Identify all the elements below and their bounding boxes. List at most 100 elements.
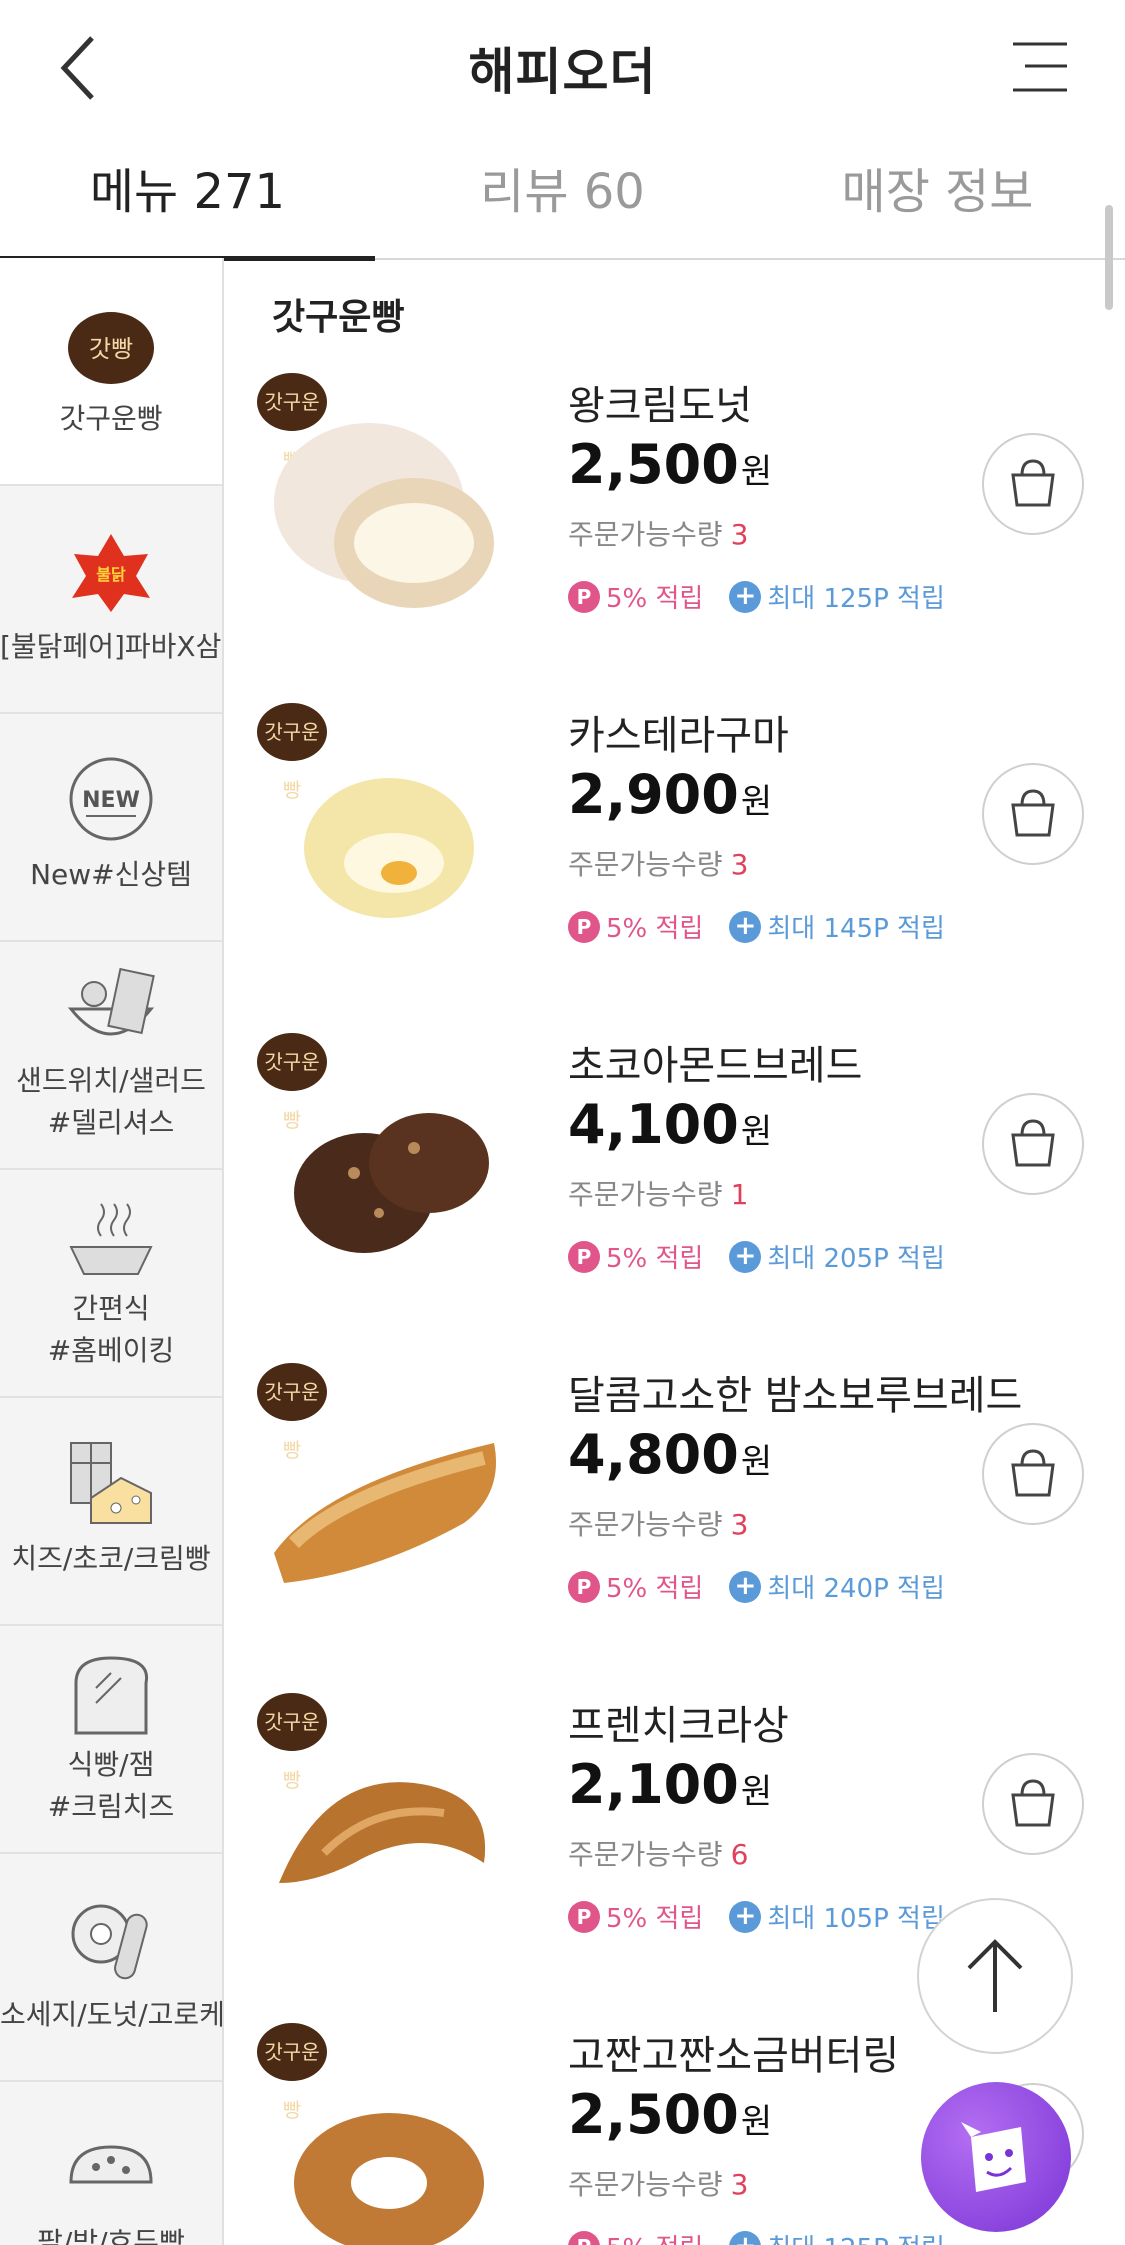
shopping-bag-icon <box>1011 1449 1055 1497</box>
gatguun-bread-logo-icon: 갓빵 <box>68 312 154 384</box>
point-icon: P <box>568 1570 600 1603</box>
sidebar-item-label: 샌드위치/샐러드 #델리셔스 <box>16 1064 206 1139</box>
sidebar-item-sandwich-salad[interactable]: 샌드위치/샐러드 #델리셔스 <box>0 942 222 1170</box>
sidebar-item-label: 소세지/도넛/고로케 <box>0 1998 222 2031</box>
sidebar-item-label: [불닭페어]파바X삼양 <box>0 630 222 663</box>
available-quantity: 주문가능수량 6 <box>568 1838 749 1871</box>
points-info: P5% 적립+최대 125P 적립 <box>568 2228 945 2245</box>
product-price: 2,100원 <box>568 1753 773 1816</box>
chestnut-soboro-bread-image <box>274 1443 496 1583</box>
available-quantity: 주문가능수량 1 <box>568 1178 749 1211</box>
sidebar-item-cheese-choco-cream[interactable]: 치즈/초코/크림빵 <box>0 1398 222 1626</box>
croissant-image <box>279 1782 486 1883</box>
steaming-bowl-icon <box>69 1203 153 1275</box>
sidebar-item-label: 갓구운빵 <box>59 402 163 435</box>
chatbot-button[interactable] <box>921 2082 1071 2232</box>
points-info: P 5% 적립 + 최대 105P 적립 <box>568 1898 945 1938</box>
product-price: 2,900원 <box>568 763 773 826</box>
product-item[interactable]: 갓구운빵 왕크림도넛 2,500원 주문가능수량3 P5% 적립+최대 125P… <box>224 373 1125 703</box>
sidebar-item-new[interactable]: NEW New#신상템 <box>0 714 222 942</box>
product-price: 2,500원 <box>568 433 773 496</box>
available-quantity: 주문가능수량 3 <box>568 2168 749 2201</box>
product-item[interactable]: 갓구운빵 카스테라구마 2,900원 주문가능수량 3 P 5% 적립 + 최대 145… <box>224 703 1125 1033</box>
tab-store-info[interactable]: 매장 정보 <box>750 140 1125 258</box>
bread-loaf-icon <box>74 1656 149 1735</box>
point-icon: P <box>568 1240 600 1273</box>
sidebar-item-convenience-food[interactable]: 간편식 #홈베이킹 <box>0 1170 222 1398</box>
tab-bar: 메뉴 271 리뷰 60 매장 정보 <box>0 140 1125 261</box>
choco-almond-bread-image <box>294 1113 489 1253</box>
bean-bread-icon <box>69 2145 153 2184</box>
page-title: 해피오더 <box>468 43 657 101</box>
points-info: P5% 적립+최대 125P 적립 <box>568 578 945 618</box>
available-quantity: 주문가능수량 3 <box>568 518 749 551</box>
product-name: 왕크림도넛 <box>568 383 752 429</box>
menu-button[interactable] <box>1005 38 1075 98</box>
sidebar-item-gatguun-bread[interactable]: 갓빵 갓구운빵 <box>0 258 222 486</box>
sidebar-item-sausage-donut[interactable]: 소세지/도넛/고로케 <box>0 1854 222 2082</box>
chatbot-mascot-icon <box>961 2122 1026 2192</box>
header: 해피오더 <box>0 0 1125 135</box>
castella-bread-image <box>304 778 474 918</box>
sidebar-item-redbean-chestnut[interactable]: 팥/밤/호두빵 <box>0 2082 222 2245</box>
cheese-chocolate-icon <box>70 1442 152 1524</box>
add-to-cart-button[interactable] <box>982 1753 1084 1855</box>
category-sidebar: 갓빵 갓구운빵 불닭 [불닭페어]파바X삼양 NEW New#신상템 샌드위치/… <box>0 258 224 2245</box>
product-item[interactable]: 갓구운빵 초코아몬드브레드 4,100원 주문가능수량 1 P 5% 적립 + 최대 2… <box>224 1033 1125 1363</box>
sidebar-item-label: 간편식 #홈베이킹 <box>47 1292 175 1367</box>
svg-text:불닭: 불닭 <box>96 565 126 584</box>
sidebar-item-bread-jam[interactable]: 식빵/잼 #크림치즈 <box>0 1626 222 1854</box>
points-info: P 5% 적립 + 최대 205P 적립 <box>568 1238 945 1278</box>
plus-icon: + <box>729 1240 762 1273</box>
plus-icon: + <box>729 1900 762 1933</box>
shopping-bag-icon <box>1011 1119 1055 1167</box>
shopping-bag-icon <box>1011 1779 1055 1827</box>
tab-menu[interactable]: 메뉴 271 <box>0 140 375 261</box>
plus-icon: + <box>729 2230 762 2245</box>
plus-icon: + <box>729 1570 762 1603</box>
point-icon: P <box>568 2230 600 2245</box>
product-name: 프렌치크라상 <box>568 1703 789 1749</box>
arrow-up-icon <box>967 1939 1023 2012</box>
shopping-bag-icon <box>1011 459 1055 507</box>
svg-text:NEW: NEW <box>82 788 140 813</box>
add-to-cart-button[interactable] <box>982 1423 1084 1525</box>
hamburger-menu-icon <box>1013 42 1067 92</box>
scroll-to-top-button[interactable] <box>917 1898 1073 2054</box>
buldak-fair-logo-icon: 불닭 <box>72 534 150 612</box>
point-icon: P <box>568 910 600 943</box>
cream-donut-image <box>274 423 494 608</box>
product-price: 4,100원 <box>568 1093 773 1156</box>
add-to-cart-button[interactable] <box>982 1093 1084 1195</box>
donut-sausage-icon <box>71 1904 148 1980</box>
sidebar-item-label: New#신상템 <box>30 858 192 891</box>
sidebar-item-label: 치즈/초코/크림빵 <box>11 1542 211 1575</box>
add-to-cart-button[interactable] <box>982 433 1084 535</box>
points-info: P 5% 적립 + 최대 240P 적립 <box>568 1568 945 1608</box>
svg-text:갓빵: 갓빵 <box>89 335 133 363</box>
product-name: 달콤고소한 밤소보루브레드 <box>568 1373 1023 1419</box>
shopping-bag-icon <box>1011 789 1055 837</box>
sidebar-item-buldak-fair[interactable]: 불닭 [불닭페어]파바X삼양 <box>0 486 222 714</box>
plus-icon: + <box>729 580 762 613</box>
available-quantity: 주문가능수량 3 <box>568 848 749 881</box>
sidebar-item-label: 팥/밤/호두빵 <box>37 2226 185 2245</box>
product-name: 초코아몬드브레드 <box>568 1043 863 1089</box>
available-quantity: 주문가능수량 3 <box>568 1508 749 1541</box>
salt-butter-ring-image <box>294 2113 484 2245</box>
sandwich-salad-icon <box>67 967 155 1036</box>
section-title: 갓구운빵 <box>272 297 405 338</box>
tab-reviews[interactable]: 리뷰 60 <box>375 140 750 258</box>
product-price: 2,500원 <box>568 2083 773 2146</box>
points-info: P 5% 적립 + 최대 145P 적립 <box>568 908 945 948</box>
plus-icon: + <box>729 910 762 943</box>
product-item[interactable]: 갓구운빵 달콤고소한 밤소보루브레드 4,800원 주문가능수량 3 P 5% 적립… <box>224 1363 1125 1693</box>
product-price: 4,800원 <box>568 1423 773 1486</box>
new-badge-icon: NEW <box>69 757 153 841</box>
add-to-cart-button[interactable] <box>982 763 1084 865</box>
product-name: 고짠고짠소금버터링 <box>568 2033 900 2079</box>
point-icon: P <box>568 580 600 613</box>
product-name: 카스테라구마 <box>568 713 789 759</box>
point-icon: P <box>568 1900 600 1933</box>
sidebar-item-label: 식빵/잼 #크림치즈 <box>47 1748 175 1823</box>
